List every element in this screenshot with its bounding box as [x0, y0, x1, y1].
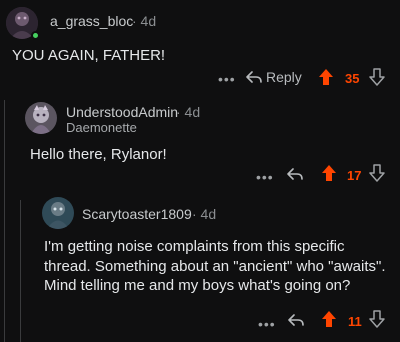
- timestamp: · 4d: [176, 104, 201, 120]
- timestamp: · 4d: [132, 13, 157, 29]
- downvote-icon[interactable]: [369, 68, 385, 86]
- reply-arrow-icon: [246, 71, 262, 83]
- reply-button[interactable]: Reply: [246, 69, 302, 85]
- avatar[interactable]: [25, 102, 57, 134]
- upvote-icon[interactable]: [318, 68, 334, 86]
- avatar[interactable]: [42, 197, 74, 229]
- comment-text: YOU AGAIN, FATHER!: [12, 47, 166, 64]
- timestamp: · 4d: [192, 206, 217, 222]
- downvote-icon[interactable]: [369, 164, 385, 182]
- comment-text: I'm getting noise complaints from this s…: [44, 238, 386, 294]
- more-icon[interactable]: •••: [258, 316, 276, 332]
- username[interactable]: Scarytoaster1809: [82, 206, 192, 222]
- comment-text: Hello there, Rylanor!: [30, 146, 167, 163]
- thread-line: [20, 200, 21, 342]
- username[interactable]: a_grass_bloc: [50, 13, 133, 29]
- online-indicator: [31, 31, 40, 40]
- vote-score: 17: [347, 168, 362, 183]
- thread-line: [4, 100, 5, 342]
- upvote-icon[interactable]: [321, 164, 337, 182]
- upvote-icon[interactable]: [321, 310, 337, 328]
- downvote-icon[interactable]: [369, 310, 385, 328]
- more-icon[interactable]: •••: [218, 71, 236, 87]
- username[interactable]: UnderstoodAdmin: [66, 104, 178, 120]
- reply-arrow-icon[interactable]: [288, 313, 304, 327]
- vote-score: 11: [348, 314, 362, 329]
- more-icon[interactable]: •••: [256, 169, 274, 185]
- reply-label: Reply: [266, 69, 302, 85]
- vote-score: 35: [345, 71, 360, 86]
- user-flair: Daemonette: [66, 120, 137, 135]
- reply-arrow-icon[interactable]: [287, 167, 303, 181]
